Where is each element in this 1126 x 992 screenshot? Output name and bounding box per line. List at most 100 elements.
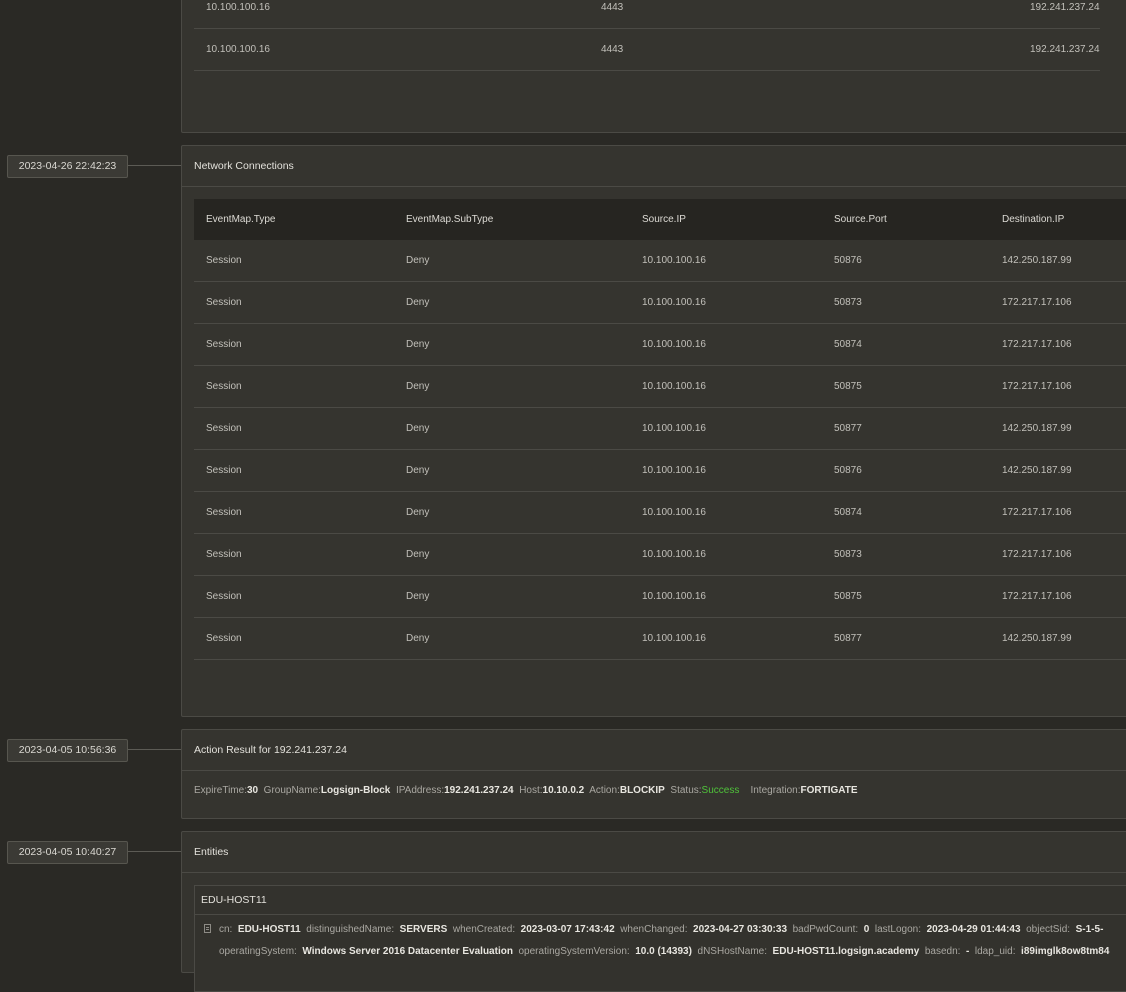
- attribute-value: SERVERS: [399, 924, 448, 935]
- table-cell: Session: [194, 281, 394, 324]
- table-cell: Deny: [394, 533, 630, 576]
- table-cell: Deny: [394, 323, 630, 366]
- destination-ip-cell: 192.241.237.24: [1018, 28, 1100, 71]
- table-row: 10.100.100.16 4443 192.241.237.24: [194, 0, 1100, 29]
- table-cell: Deny: [394, 407, 630, 450]
- table-row[interactable]: Session Deny 10.100.100.16 50873 172.217.17.…: [194, 533, 1126, 576]
- previous-table: 10.100.100.16 4443 192.241.237.24 10.100.10…: [194, 0, 1100, 71]
- attribute-value: S-1-5-: [1075, 924, 1104, 935]
- table-cell: Session: [194, 449, 394, 492]
- table-cell: Deny: [394, 617, 630, 660]
- table-cell: 172.217.17.106: [990, 365, 1126, 408]
- table-row[interactable]: Session Deny 10.100.100.16 50874 172.217.17.…: [194, 323, 1126, 366]
- table-cell: 50876: [822, 240, 990, 282]
- table-cell: 172.217.17.106: [990, 323, 1126, 366]
- table-cell: 172.217.17.106: [990, 533, 1126, 576]
- table-cell: 10.100.100.16: [630, 281, 822, 324]
- destination-ip-cell: 192.241.237.24: [1018, 0, 1100, 29]
- attribute-value: 2023-04-27 03:30:33: [693, 924, 788, 935]
- table-cell: 142.250.187.99: [990, 407, 1126, 450]
- previous-panel: 10.100.100.16 4443 192.241.237.24 10.100.10…: [181, 0, 1126, 133]
- timeline-date-tag: 2023-04-26 22:42:23: [7, 155, 128, 178]
- table-cell: Deny: [394, 281, 630, 324]
- table-row: 10.100.100.16 4443 192.241.237.24: [194, 28, 1100, 71]
- table-cell: Deny: [394, 575, 630, 618]
- column-header[interactable]: EventMap.SubType: [394, 199, 630, 240]
- column-header[interactable]: Source.IP: [630, 199, 822, 240]
- action-result-panel: Action Result for 192.241.237.24 ExpireT…: [181, 729, 1126, 819]
- timeline-date-tag: 2023-04-05 10:40:27: [7, 841, 128, 864]
- table-row[interactable]: Session Deny 10.100.100.16 50875 172.217.17.…: [194, 365, 1126, 408]
- table-row[interactable]: Session Deny 10.100.100.16 50874 172.217.17.…: [194, 491, 1126, 534]
- attribute-key: operatingSystem:: [219, 946, 297, 957]
- attribute-value: 10.0 (14393): [635, 946, 692, 957]
- attribute-value: EDU-HOST11: [237, 924, 301, 935]
- table-row[interactable]: Session Deny 10.100.100.16 50876 142.250.187…: [194, 449, 1126, 492]
- table-cell: 172.217.17.106: [990, 575, 1126, 618]
- attribute-key: operatingSystemVersion:: [518, 946, 630, 957]
- table-cell: Deny: [394, 491, 630, 534]
- table-row[interactable]: Session Deny 10.100.100.16 50877 142.250.187…: [194, 617, 1126, 660]
- table-cell: 10.100.100.16: [630, 449, 822, 492]
- table-row[interactable]: Session Deny 10.100.100.16 50875 172.217.17.…: [194, 575, 1126, 618]
- table-cell: Session: [194, 240, 394, 282]
- table-cell: 50874: [822, 491, 990, 534]
- entities-panel: Entities EDU-HOST11 cn: EDU-HOST11 disti…: [181, 831, 1126, 992]
- table-cell: 142.250.187.99: [990, 240, 1126, 282]
- table-row[interactable]: Session Deny 10.100.100.16 50877 142.250.187…: [194, 407, 1126, 450]
- ip-address-key: IPAddress:: [395, 785, 445, 796]
- source-ip-cell: 10.100.100.16: [194, 0, 589, 29]
- table-cell: 50873: [822, 533, 990, 576]
- table-cell: 50876: [822, 449, 990, 492]
- table-row[interactable]: Session Deny 10.100.100.16 50873 172.217.17.…: [194, 281, 1126, 324]
- action-key: Action:: [589, 785, 620, 796]
- column-header[interactable]: EventMap.Type: [194, 199, 394, 240]
- table-cell: 50877: [822, 407, 990, 450]
- table-cell: 50875: [822, 365, 990, 408]
- table-cell: 50874: [822, 323, 990, 366]
- attribute-key: whenChanged:: [620, 924, 688, 935]
- table-cell: 172.217.17.106: [990, 281, 1126, 324]
- attribute-value: i89imglk8ow8tm84: [1021, 946, 1110, 957]
- table-cell: Deny: [394, 449, 630, 492]
- table-cell: Deny: [394, 240, 630, 282]
- expire-time-key: ExpireTime:: [194, 785, 247, 796]
- attribute-key: ldap_uid:: [974, 946, 1016, 957]
- group-name-key: GroupName:: [263, 785, 321, 796]
- integration-value: FORTIGATE: [800, 785, 858, 796]
- table-cell: 10.100.100.16: [630, 323, 822, 366]
- timeline-connector: [128, 749, 181, 750]
- port-cell: 4443: [589, 0, 1018, 29]
- table-cell: Session: [194, 407, 394, 450]
- network-connections-panel: Network Connections EventMap.Type EventMa…: [181, 145, 1126, 717]
- column-header[interactable]: Destination.IP: [990, 199, 1126, 240]
- panel-title: Entities: [182, 832, 1126, 873]
- status-badge: Success: [701, 785, 740, 796]
- port-cell: 4443: [589, 28, 1018, 71]
- column-header[interactable]: Source.Port: [822, 199, 990, 240]
- entity-name: EDU-HOST11: [195, 886, 1126, 915]
- table-cell: 10.100.100.16: [630, 240, 822, 282]
- host-key: Host:: [519, 785, 543, 796]
- table-cell: 10.100.100.16: [630, 533, 822, 576]
- table-cell: 50875: [822, 575, 990, 618]
- attribute-value: 0: [863, 924, 870, 935]
- table-cell: 10.100.100.16: [630, 617, 822, 660]
- table-cell: Session: [194, 533, 394, 576]
- entity-attributes-line: operatingSystem: Windows Server 2016 Dat…: [219, 946, 1112, 957]
- host-value: 10.10.0.2: [542, 785, 585, 796]
- timeline-connector: [128, 165, 181, 166]
- action-value: BLOCKIP: [619, 785, 665, 796]
- status-key: Status:: [670, 785, 702, 796]
- table-cell: Deny: [394, 365, 630, 408]
- table-cell: Session: [194, 323, 394, 366]
- attribute-key: badPwdCount:: [792, 924, 859, 935]
- table-cell: 172.217.17.106: [990, 491, 1126, 534]
- timeline-date-tag: 2023-04-05 10:56:36: [7, 739, 128, 762]
- attribute-key: lastLogon:: [874, 924, 922, 935]
- panel-title: Action Result for 192.241.237.24: [182, 730, 1126, 771]
- table-row[interactable]: Session Deny 10.100.100.16 50876 142.250.187…: [194, 240, 1126, 282]
- document-icon[interactable]: [204, 924, 211, 933]
- source-ip-cell: 10.100.100.16: [194, 28, 589, 71]
- expire-time-value: 30: [246, 785, 259, 796]
